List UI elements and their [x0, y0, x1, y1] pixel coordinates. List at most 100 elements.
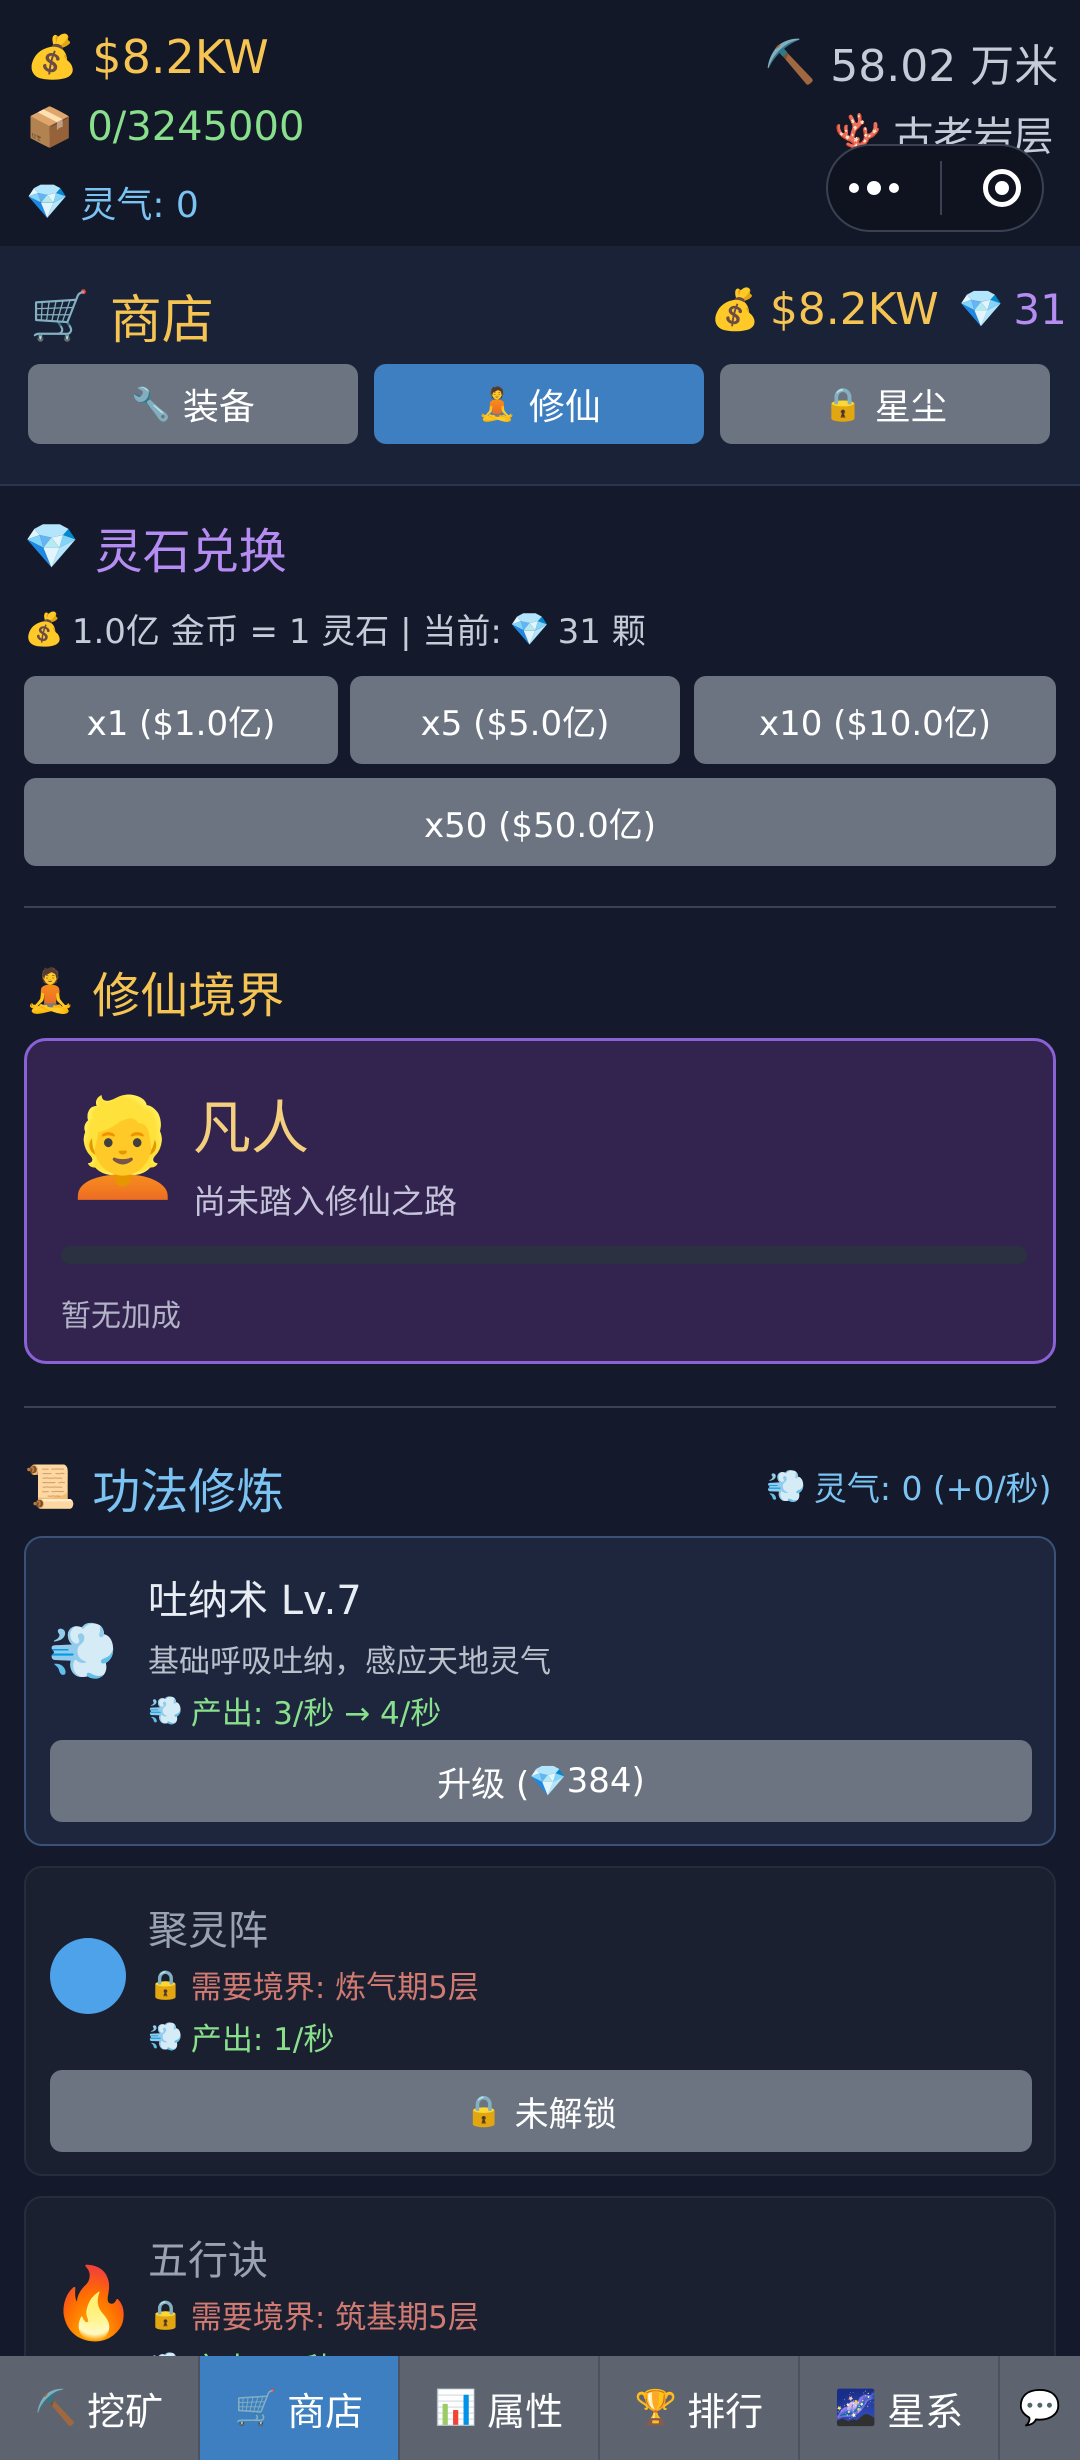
gem-icon: 💎 [529, 1763, 567, 1799]
exchange-x5-button[interactable]: x5 ($5.0亿) [350, 676, 680, 764]
shop-title: 商店 [109, 291, 214, 351]
lock-icon: 🔒 [148, 1968, 183, 2001]
exchange-title: 💎 灵石兑换 [24, 512, 287, 582]
gem-icon: 💎 [509, 609, 550, 648]
divider [24, 906, 1056, 908]
skill-output: 💨 产出: 3/秒 → 4/秒 [148, 1688, 441, 1733]
exchange-x10-button[interactable]: x10 ($10.0亿) [694, 676, 1056, 764]
scroll-icon: 📜 [24, 1462, 77, 1511]
realm-card: 👱 凡人 尚未踏入修仙之路 暂无加成 [24, 1038, 1056, 1364]
skill-req-text: 需要境界: 炼气期5层 [190, 1970, 479, 2006]
exchange-title-text: 灵石兑换 [94, 524, 287, 580]
aura-value: 灵气: 0 [80, 185, 199, 226]
exchange-current: 31 颗 [557, 612, 646, 652]
skills-title: 📜 功法修炼 [24, 1452, 284, 1522]
shop-tabs: 🔧 装备 🧘 修仙 🔒 星尘 [28, 364, 1050, 444]
divider [24, 1406, 1056, 1408]
locked-button[interactable]: 🔒 未解锁 [50, 2070, 1032, 2152]
nav-attributes[interactable]: 📊 属性 [400, 2356, 600, 2460]
nav-ranking[interactable]: 🏆 排行 [600, 2356, 800, 2460]
nav-shop[interactable]: 🛒 商店 [200, 2356, 400, 2460]
upgrade-cost: 384) [566, 1761, 645, 1801]
skill-req-text: 需要境界: 筑基期5层 [190, 2300, 479, 2336]
skill-requirement: 🔒 需要境界: 炼气期5层 [148, 1962, 479, 2007]
realm-title-text: 修仙境界 [92, 968, 285, 1024]
depth-value: 58.02 万米 [830, 41, 1059, 92]
skill-name: 五行诀 [148, 2238, 268, 2284]
lock-icon: 🔒 [148, 2298, 183, 2331]
wind-icon: 💨 [148, 1694, 183, 1727]
cart-icon: 🛒 [30, 287, 90, 344]
person-icon: 👱 [63, 1091, 183, 1203]
skill-desc: 基础呼吸吐纳，感应天地灵气 [148, 1644, 551, 1680]
skill-name: 吐纳术 Lv.7 [148, 1578, 362, 1624]
nav-label: 星系 [887, 2389, 964, 2434]
miniprogram-capsule [826, 144, 1044, 232]
galaxy-icon: 🌌 [834, 2388, 878, 2428]
capacity-value: 0/3245000 [87, 104, 305, 150]
app-page: { "status": { "gold": "$8.2KW", "depth":… [0, 0, 1080, 2460]
skills-aura: 💨 灵气: 0 (+0/秒) [766, 1462, 1051, 1510]
nav-label: 排行 [687, 2389, 764, 2434]
shop-gems: 31 [1013, 285, 1067, 334]
chat-bubble-icon: 💬 [1018, 2388, 1062, 2428]
meditation-icon: 🧘 [477, 385, 517, 423]
nav-label: 属性 [487, 2389, 564, 2434]
realm-name: 凡人 [193, 1094, 310, 1162]
bottom-nav: ⛏️ 挖矿 🛒 商店 📊 属性 🏆 排行 🌌 星系 💬 [0, 2356, 1080, 2460]
nav-mining[interactable]: ⛏️ 挖矿 [0, 2356, 200, 2460]
money-bag-icon: 💰 [24, 609, 64, 648]
tab-cultivation[interactable]: 🧘 修仙 [374, 364, 704, 444]
exchange-x1-button[interactable]: x1 ($1.0亿) [24, 676, 338, 764]
tab-label: 星尘 [874, 387, 947, 428]
skill-card: 💨 吐纳术 Lv.7 基础呼吸吐纳，感应天地灵气 💨 产出: 3/秒 → 4/秒… [24, 1536, 1056, 1846]
nav-label: 挖矿 [87, 2389, 164, 2434]
skills-title-text: 功法修炼 [92, 1464, 285, 1520]
lock-icon: 🔒 [465, 2093, 503, 2129]
skill-output-text: 产出: 1/秒 [190, 2022, 335, 2058]
nav-chat[interactable]: 💬 [1000, 2356, 1080, 2460]
pickaxe-icon: ⛏️ [764, 37, 817, 86]
tab-equipment[interactable]: 🔧 装备 [28, 364, 358, 444]
skill-card: 聚灵阵 🔒 需要境界: 炼气期5层 💨 产出: 1/秒 🔒 未解锁 [24, 1866, 1056, 2176]
skill-output: 💨 产出: 1/秒 [148, 2014, 334, 2059]
wrench-icon: 🔧 [131, 385, 171, 423]
locked-label: 未解锁 [514, 2094, 617, 2135]
shop-gold: $8.2KW [769, 284, 939, 335]
exchange-x50-button[interactable]: x50 ($50.0亿) [24, 778, 1056, 866]
realm-progress-bar [61, 1246, 1027, 1264]
skill-output-text: 产出: 3/秒 → 4/秒 [190, 1696, 442, 1732]
chart-icon: 📊 [434, 2388, 478, 2428]
trophy-icon: 🏆 [634, 2388, 678, 2428]
upgrade-label: 升级 ( [437, 1764, 530, 1805]
gold-amount: $8.2KW [92, 30, 269, 84]
wind-icon: 💨 [148, 2020, 183, 2053]
tab-label: 修仙 [528, 387, 601, 428]
realm-bonus: 暂无加成 [61, 1299, 181, 1334]
realm-desc: 尚未踏入修仙之路 [193, 1182, 457, 1221]
gem-icon: 💎 [958, 288, 1004, 330]
blue-orb-icon [50, 1938, 126, 2014]
meditation-icon: 🧘 [24, 966, 77, 1015]
pickaxe-icon: ⛏️ [34, 2388, 78, 2428]
lock-icon: 🔒 [823, 385, 863, 423]
breath-icon: 💨 [48, 1619, 118, 1684]
skills-aura-text: 灵气: 0 (+0/秒) [813, 1469, 1052, 1508]
money-bag-icon: 💰 [26, 32, 79, 81]
close-miniprogram-icon[interactable] [983, 169, 1022, 207]
fire-icon: 🔥 [50, 2262, 138, 2344]
box-icon: 📦 [26, 105, 74, 149]
tab-stardust[interactable]: 🔒 星尘 [720, 364, 1050, 444]
gem-icon: 💎 [26, 182, 69, 222]
skill-name: 聚灵阵 [148, 1908, 268, 1954]
more-menu-icon[interactable] [848, 181, 899, 195]
tab-label: 装备 [182, 387, 255, 428]
nav-galaxy[interactable]: 🌌 星系 [800, 2356, 1000, 2460]
skill-requirement: 🔒 需要境界: 筑基期5层 [148, 2292, 479, 2337]
upgrade-button[interactable]: 升级 ( 💎 384) [50, 1740, 1032, 1822]
nav-label: 商店 [287, 2389, 364, 2434]
exchange-rate-text: 1.0亿 金币 = 1 灵石 | 当前: [71, 612, 502, 652]
gem-icon: 💎 [24, 521, 79, 572]
exchange-rate: 💰 1.0亿 金币 = 1 灵石 | 当前: 💎 31 颗 [24, 604, 646, 653]
cart-icon: 🛒 [234, 2388, 278, 2428]
